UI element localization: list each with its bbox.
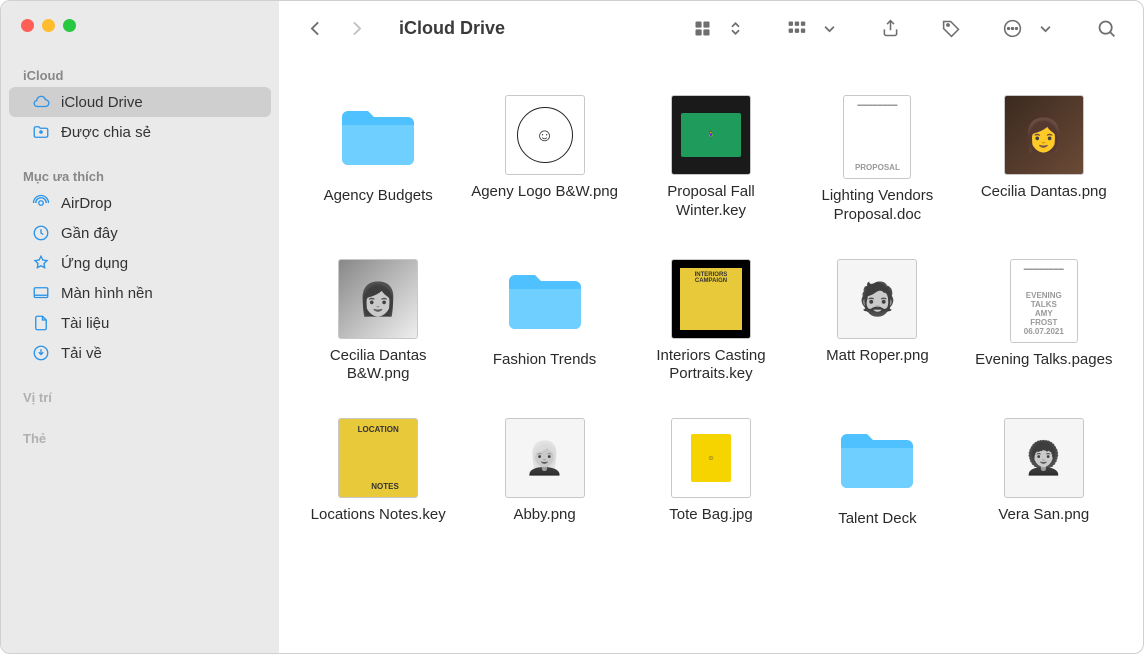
sidebar-item-label: Được chia sẻ [61, 124, 151, 141]
sidebar-item-label: Tải về [61, 345, 102, 362]
sidebar-item-airdrop[interactable]: AirDrop [9, 188, 271, 218]
document-thumbnail: ▬▬▬▬▬▬▬▬EVENING TALKSAMYFROST06.07.2021 [1010, 259, 1078, 343]
image-thumbnail: 👱‍♀️ [505, 418, 585, 498]
close-button[interactable] [21, 19, 34, 32]
sidebar-item-applications[interactable]: Ứng dụng [9, 248, 271, 278]
image-thumbnail: 🧍‍♀️ [671, 95, 751, 175]
maximize-button[interactable] [63, 19, 76, 32]
document-icon [31, 313, 51, 333]
file-item[interactable]: 🧔 Matt Roper.png [802, 259, 952, 385]
image-thumbnail: ☺ [671, 418, 751, 498]
file-label: Abby.png [513, 506, 575, 525]
folder-icon [503, 259, 587, 343]
download-icon [31, 343, 51, 363]
image-thumbnail: 🧔 [837, 259, 917, 339]
file-item[interactable]: Talent Deck [802, 418, 952, 529]
clock-icon [31, 223, 51, 243]
folder-icon [835, 418, 919, 502]
forward-button[interactable] [340, 12, 373, 45]
file-label: Cecilia Dantas B&W.png [303, 347, 453, 385]
sidebar-item-downloads[interactable]: Tải về [9, 338, 271, 368]
document-thumbnail: ▬▬▬▬▬▬▬▬PROPOSAL [843, 95, 911, 179]
more-chevron-down-icon[interactable] [1029, 12, 1062, 45]
file-label: Talent Deck [838, 510, 916, 529]
section-favorites: Mục ưa thích [1, 165, 279, 188]
desktop-icon [31, 283, 51, 303]
sidebar-item-documents[interactable]: Tài liệu [9, 308, 271, 338]
search-button[interactable] [1090, 12, 1123, 45]
minimize-button[interactable] [42, 19, 55, 32]
section-locations: Vị trí [1, 386, 279, 409]
cloud-icon [31, 92, 51, 112]
window-controls [1, 19, 279, 32]
file-label: Proposal Fall Winter.key [636, 183, 786, 221]
file-label: Interiors Casting Portraits.key [636, 347, 786, 385]
file-label: Matt Roper.png [826, 347, 929, 366]
sidebar-item-icloud-drive[interactable]: iCloud Drive [9, 87, 271, 117]
sidebar: iCloud iCloud Drive Được chia sẻ Mục ưa … [1, 1, 279, 653]
file-label: Cecilia Dantas.png [981, 183, 1107, 202]
tags-button[interactable] [935, 12, 968, 45]
file-item[interactable]: 👩‍🦱 Vera San.png [969, 418, 1119, 529]
file-label: Fashion Trends [493, 351, 596, 370]
section-icloud: iCloud [1, 64, 279, 87]
file-item[interactable]: Agency Budgets [303, 95, 453, 225]
image-thumbnail: LOCATIONNOTES [338, 418, 418, 498]
main-pane: iCloud Drive Agency Budgets ☺ [279, 1, 1143, 653]
window-title: iCloud Drive [399, 18, 505, 39]
view-icons-button[interactable] [686, 12, 719, 45]
section-tags: Thẻ [1, 427, 279, 450]
file-item[interactable]: ☺ Ageny Logo B&W.png [469, 95, 619, 225]
sidebar-item-label: Màn hình nền [61, 285, 153, 302]
toolbar: iCloud Drive [279, 1, 1143, 55]
file-label: Vera San.png [998, 506, 1089, 525]
sidebar-item-label: Tài liệu [61, 315, 109, 332]
image-thumbnail: 👩‍🦱 [1004, 418, 1084, 498]
view-selector-chevron[interactable] [719, 12, 752, 45]
file-item[interactable]: 🧍‍♀️ Proposal Fall Winter.key [636, 95, 786, 225]
toolbar-right [686, 12, 1123, 45]
more-button[interactable] [996, 12, 1029, 45]
share-button[interactable] [874, 12, 907, 45]
file-grid: Agency Budgets ☺ Ageny Logo B&W.png 🧍‍♀️ Pro… [279, 55, 1143, 653]
file-item[interactable]: LOCATIONNOTES Locations Notes.key [303, 418, 453, 529]
image-thumbnail: ☺ [505, 95, 585, 175]
file-item[interactable]: 👩 Cecilia Dantas B&W.png [303, 259, 453, 385]
sidebar-item-recents[interactable]: Gần đây [9, 218, 271, 248]
folder-icon [336, 95, 420, 179]
sidebar-item-label: Gần đây [61, 225, 118, 242]
image-thumbnail: INTERIORSCAMPAIGN [671, 259, 751, 339]
file-item[interactable]: ▬▬▬▬▬▬▬▬EVENING TALKSAMYFROST06.07.2021 E… [969, 259, 1119, 385]
file-item[interactable]: Fashion Trends [469, 259, 619, 385]
group-button[interactable] [780, 12, 813, 45]
file-label: Evening Talks.pages [975, 351, 1112, 370]
applications-icon [31, 253, 51, 273]
file-item[interactable]: ☺ Tote Bag.jpg [636, 418, 786, 529]
image-thumbnail: 👩 [338, 259, 418, 339]
file-item[interactable]: 👱‍♀️ Abby.png [469, 418, 619, 529]
file-label: Lighting Vendors Proposal.doc [802, 187, 952, 225]
sidebar-item-desktop[interactable]: Màn hình nền [9, 278, 271, 308]
file-label: Agency Budgets [324, 187, 433, 206]
sidebar-item-label: AirDrop [61, 195, 112, 212]
file-item[interactable]: 👩 Cecilia Dantas.png [969, 95, 1119, 225]
group-chevron-down-icon[interactable] [813, 12, 846, 45]
file-item[interactable]: INTERIORSCAMPAIGN Interiors Casting Portr… [636, 259, 786, 385]
sidebar-item-label: Ứng dụng [61, 255, 128, 272]
back-button[interactable] [299, 12, 332, 45]
file-item[interactable]: ▬▬▬▬▬▬▬▬PROPOSAL Lighting Vendors Proposa… [802, 95, 952, 225]
shared-folder-icon [31, 122, 51, 142]
image-thumbnail: 👩 [1004, 95, 1084, 175]
file-label: Tote Bag.jpg [669, 506, 752, 525]
file-label: Ageny Logo B&W.png [471, 183, 618, 202]
sidebar-item-shared[interactable]: Được chia sẻ [9, 117, 271, 147]
airdrop-icon [31, 193, 51, 213]
sidebar-item-label: iCloud Drive [61, 94, 143, 111]
file-label: Locations Notes.key [311, 506, 446, 525]
